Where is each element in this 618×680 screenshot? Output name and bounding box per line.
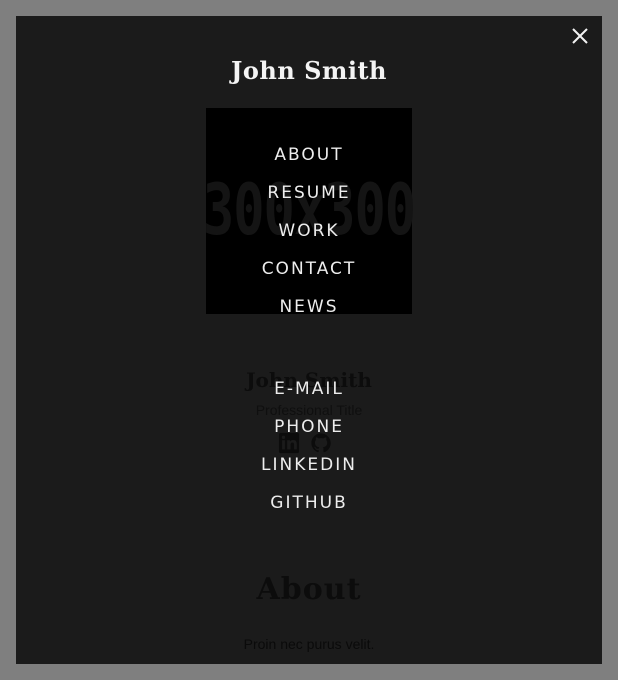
menu-overlay-viewport: 300x300 John Smith Professional Title Ab… — [16, 16, 602, 664]
nav-item-news: NEWS — [16, 288, 602, 326]
contact-item-email: E-MAIL — [16, 370, 602, 408]
contact-link-phone[interactable]: PHONE — [274, 417, 344, 437]
nav-link-about[interactable]: ABOUT — [274, 145, 343, 165]
nav-item-resume: RESUME — [16, 174, 602, 212]
nav-item-about: ABOUT — [16, 136, 602, 174]
background-page: 300x300 John Smith Professional Title Ab… — [16, 16, 602, 664]
contact-link-github[interactable]: GITHUB — [270, 493, 347, 513]
nav-link-news[interactable]: NEWS — [279, 297, 338, 317]
primary-nav: ABOUT RESUME WORK CONTACT NEWS — [16, 136, 602, 326]
about-paragraph: Proin nec purus velit. — [243, 636, 375, 652]
site-brand[interactable]: John Smith — [16, 56, 602, 85]
nav-link-contact[interactable]: CONTACT — [262, 259, 357, 279]
close-icon[interactable] — [568, 24, 592, 48]
nav-item-work: WORK — [16, 212, 602, 250]
contact-link-email[interactable]: E-MAIL — [274, 379, 344, 399]
contact-item-linkedin: LINKEDIN — [16, 446, 602, 484]
contact-item-github: GITHUB — [16, 484, 602, 522]
contact-item-phone: PHONE — [16, 408, 602, 446]
section-heading-about: About — [256, 572, 362, 607]
nav-item-contact: CONTACT — [16, 250, 602, 288]
nav-link-resume[interactable]: RESUME — [267, 183, 350, 203]
contact-link-linkedin[interactable]: LINKEDIN — [261, 455, 357, 475]
nav-link-work[interactable]: WORK — [278, 221, 339, 241]
contact-nav: E-MAIL PHONE LINKEDIN GITHUB — [16, 370, 602, 522]
